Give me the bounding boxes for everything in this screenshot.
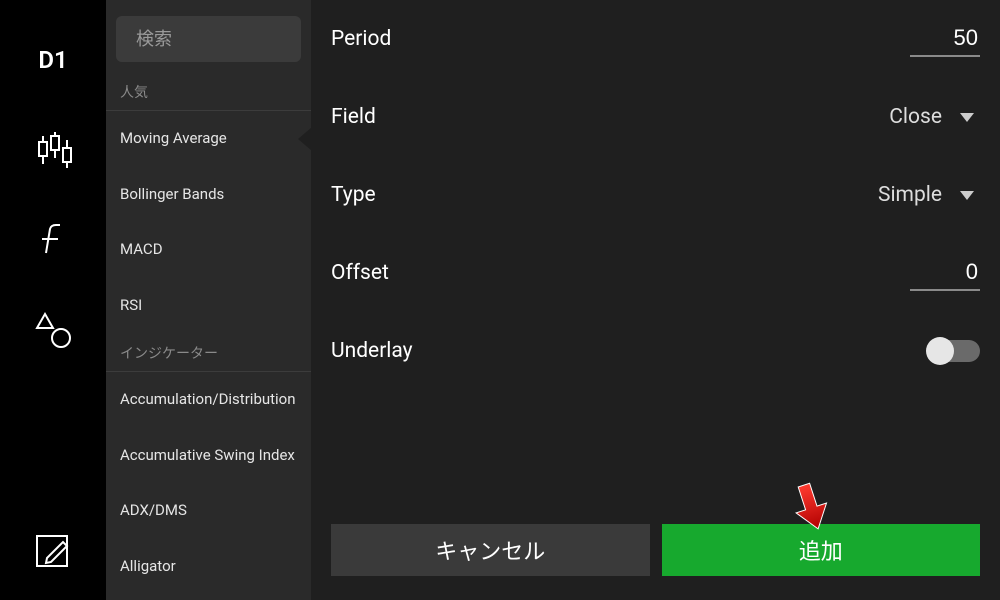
select-type-value: Simple (878, 183, 942, 207)
toggle-knob (926, 337, 954, 365)
list-item-macd[interactable]: MACD (106, 222, 311, 278)
list-item-alligator[interactable]: Alligator (106, 539, 311, 595)
timeframe-button[interactable]: D1 (23, 30, 83, 90)
settings-rows: Period Field Close Type Simple Offset (331, 0, 980, 514)
list-item-accumulation-distribution[interactable]: Accumulation/Distribution (106, 372, 311, 428)
list-item-bollinger-bands[interactable]: Bollinger Bands (106, 167, 311, 223)
select-field-value: Close (889, 105, 942, 129)
list-item-accumulative-swing-index[interactable]: Accumulative Swing Index (106, 428, 311, 484)
chart-type-button[interactable] (23, 120, 83, 180)
functions-button[interactable] (23, 210, 83, 270)
action-buttons: キャンセル 追加 (331, 514, 980, 600)
select-type[interactable]: Simple (878, 183, 980, 207)
function-icon (34, 221, 72, 259)
candlestick-icon (33, 130, 73, 170)
row-field: Field Close (331, 78, 980, 156)
label-offset: Offset (331, 261, 389, 285)
label-type: Type (331, 183, 376, 207)
shapes-icon (33, 310, 73, 350)
tool-rail: D1 (0, 0, 106, 600)
cancel-button[interactable]: キャンセル (331, 524, 650, 576)
chevron-down-icon (960, 113, 974, 122)
list-item-moving-average[interactable]: Moving Average (106, 111, 311, 167)
chevron-down-icon (960, 191, 974, 200)
list-item-adx-dms[interactable]: ADX/DMS (106, 483, 311, 539)
section-popular: 人気 (106, 72, 311, 111)
select-field[interactable]: Close (889, 105, 980, 129)
search-input[interactable] (136, 29, 368, 50)
label-field: Field (331, 105, 376, 129)
pencil-box-icon (33, 530, 73, 570)
edit-button[interactable] (23, 520, 83, 580)
list-item-rsi[interactable]: RSI (106, 278, 311, 334)
row-underlay: Underlay (331, 312, 980, 390)
section-indicators: インジケーター (106, 333, 311, 372)
row-offset: Offset (331, 234, 980, 312)
app-root: D1 (0, 0, 1000, 600)
shapes-button[interactable] (23, 300, 83, 360)
row-period: Period (331, 0, 980, 78)
row-type: Type Simple (331, 156, 980, 234)
search-box[interactable] (116, 16, 301, 62)
label-underlay: Underlay (331, 339, 413, 363)
indicator-settings-panel: Period Field Close Type Simple Offset (311, 0, 1000, 600)
input-offset[interactable] (910, 255, 980, 291)
indicator-list-panel: 人気 Moving Average Bollinger Bands MACD R… (106, 0, 311, 600)
input-period[interactable] (910, 21, 980, 57)
add-button[interactable]: 追加 (662, 524, 981, 576)
toggle-underlay[interactable] (928, 340, 980, 362)
add-button-label: 追加 (799, 534, 843, 566)
